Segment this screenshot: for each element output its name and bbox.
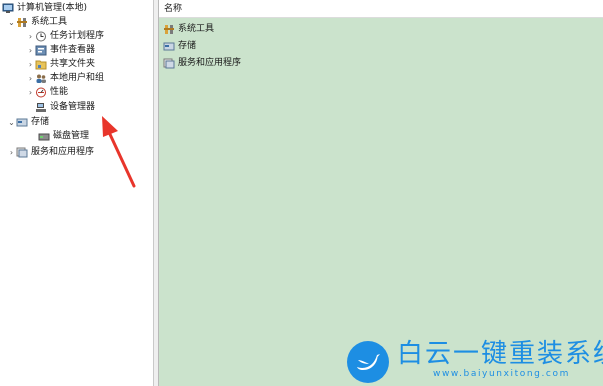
tree-item-event-viewer[interactable]: › 事件查看器 — [26, 43, 95, 57]
tree-item-device-manager[interactable]: 设备管理器 — [35, 100, 95, 114]
users-icon — [35, 73, 47, 84]
tree-item-performance[interactable]: › 性能 — [26, 85, 68, 99]
tree-item-storage[interactable]: ⌄ 存储 — [7, 115, 49, 129]
clock-icon — [35, 31, 47, 42]
bird-logo-icon — [347, 341, 389, 383]
chevron-right-icon[interactable]: › — [26, 88, 35, 97]
tree-item-disk-management[interactable]: 磁盘管理 — [38, 129, 89, 143]
list-item-services-apps[interactable]: 服务和应用程序 — [163, 56, 241, 70]
content-list-pane: 名称 系统工具 存储 服务和应用程序 — [159, 0, 603, 386]
list-item-storage[interactable]: 存储 — [163, 39, 196, 53]
tree-label: 性能 — [50, 87, 69, 97]
disk-management-icon — [38, 131, 50, 142]
list-header: 名称 — [159, 0, 603, 18]
tree-label: 磁盘管理 — [53, 131, 90, 141]
chevron-right-icon[interactable]: › — [26, 60, 35, 69]
tree-label: 系统工具 — [31, 17, 68, 27]
performance-icon — [35, 87, 47, 98]
system-tools-icon — [16, 17, 28, 28]
chevron-down-icon[interactable]: ⌄ — [7, 118, 16, 127]
tree-item-local-users-groups[interactable]: › 本地用户和组 — [26, 71, 104, 85]
tree-item-system-tools[interactable]: ⌄ 系统工具 — [7, 15, 67, 29]
tree-label: 事件查看器 — [50, 45, 96, 55]
tree-item-shared-folders[interactable]: › 共享文件夹 — [26, 57, 95, 71]
storage-icon — [163, 41, 175, 52]
tree-label: 设备管理器 — [50, 102, 96, 112]
navigation-tree: 计算机管理(本地) ⌄ 系统工具 › 任务计划程序 › 事件查看器 › 共享文件… — [0, 0, 154, 386]
list-item-label: 服务和应用程序 — [178, 58, 242, 68]
list-item-label: 系统工具 — [178, 24, 215, 34]
column-header-name[interactable]: 名称 — [164, 3, 182, 15]
storage-icon — [16, 117, 28, 128]
device-manager-icon — [35, 102, 47, 113]
services-apps-icon — [16, 147, 28, 158]
system-tools-icon — [163, 24, 175, 35]
tree-label: 计算机管理(本地) — [17, 3, 88, 13]
shared-folder-icon — [35, 59, 47, 70]
watermark: 白云一键重装系统 www.baiyunxitong.com — [343, 339, 603, 384]
tree-item-services-apps[interactable]: › 服务和应用程序 — [7, 145, 94, 159]
chevron-right-icon[interactable]: › — [7, 148, 16, 157]
tree-label: 共享文件夹 — [50, 59, 96, 69]
list-item-system-tools[interactable]: 系统工具 — [163, 22, 214, 36]
tree-label: 本地用户和组 — [50, 73, 105, 83]
watermark-title: 白云一键重装系统 — [397, 339, 603, 369]
event-viewer-icon — [35, 45, 47, 56]
list-item-label: 存储 — [178, 41, 197, 51]
watermark-url: www.baiyunxitong.com — [433, 369, 570, 379]
tree-item-task-scheduler[interactable]: › 任务计划程序 — [26, 29, 104, 43]
services-apps-icon — [163, 58, 175, 69]
chevron-down-icon[interactable]: ⌄ — [7, 18, 16, 27]
computer-management-icon — [2, 3, 14, 14]
tree-label: 任务计划程序 — [50, 31, 105, 41]
chevron-right-icon[interactable]: › — [26, 74, 35, 83]
chevron-right-icon[interactable]: › — [26, 32, 35, 41]
tree-label: 存储 — [31, 117, 50, 127]
chevron-right-icon[interactable]: › — [26, 46, 35, 55]
tree-label: 服务和应用程序 — [31, 147, 95, 157]
tree-item-computer-management[interactable]: 计算机管理(本地) — [2, 1, 87, 15]
